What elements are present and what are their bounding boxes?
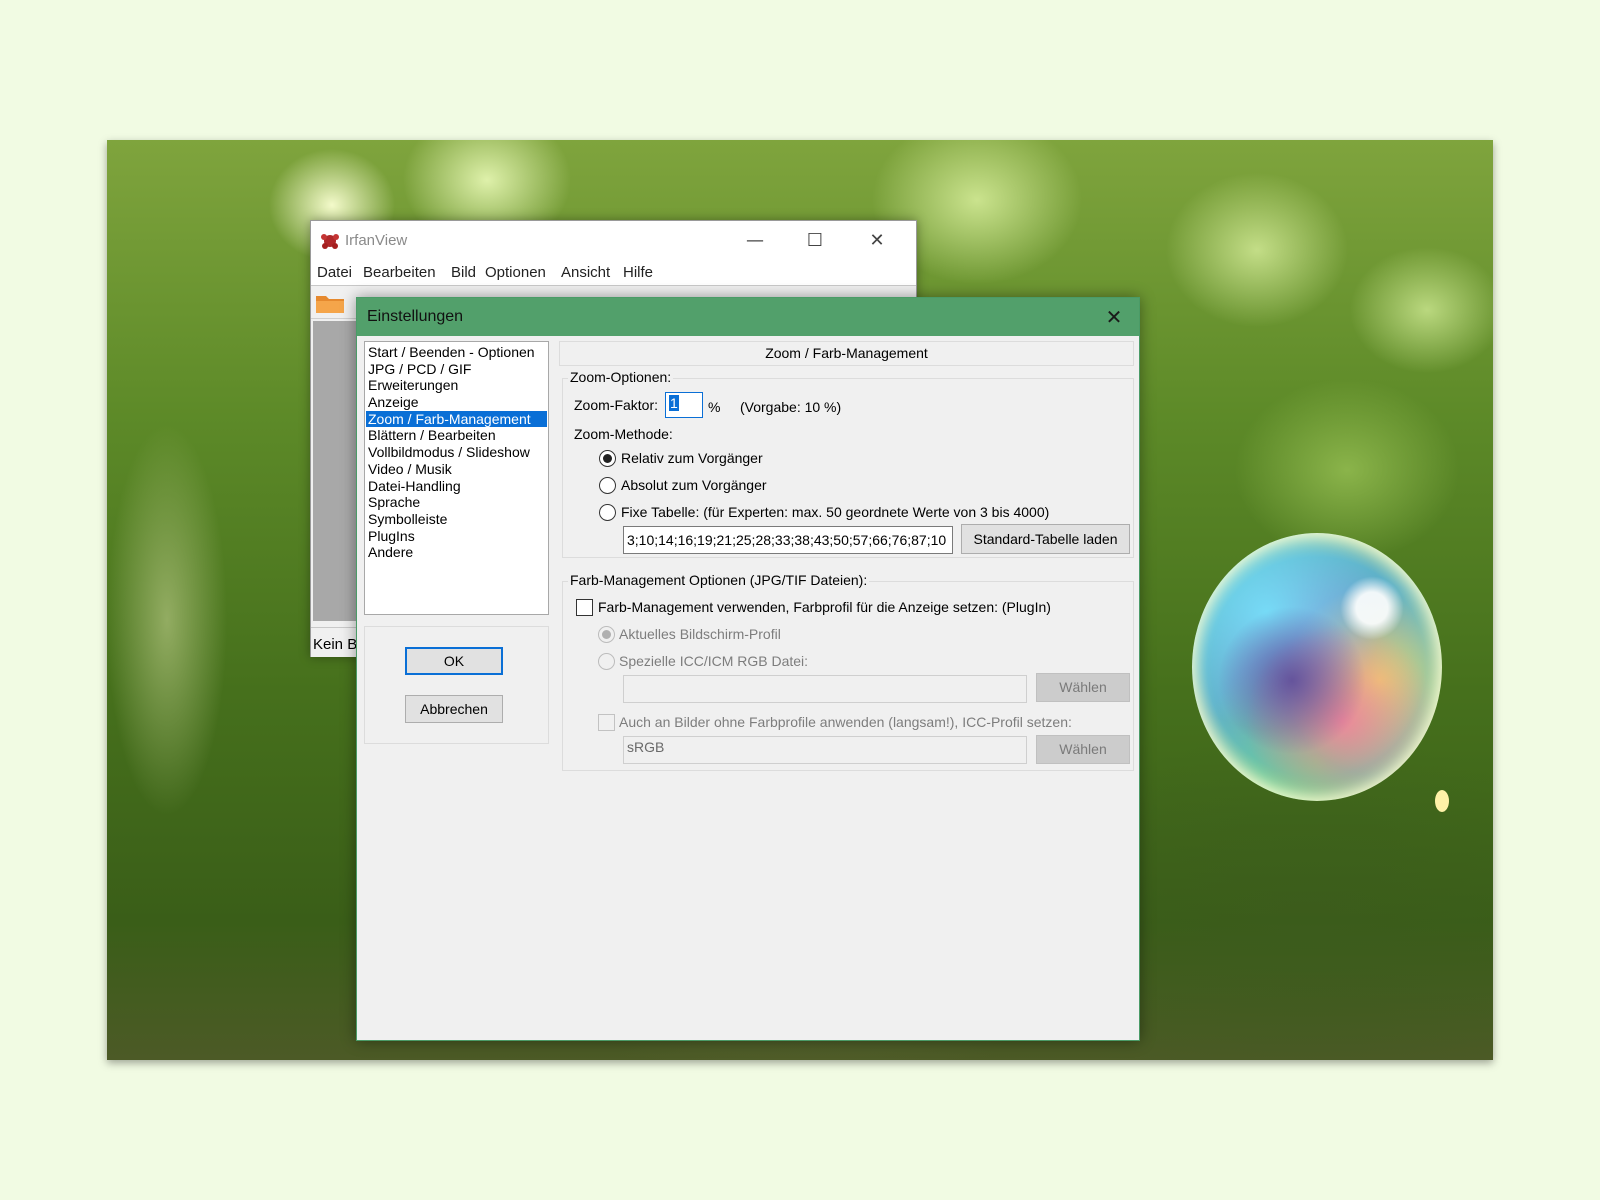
zoom-factor-input[interactable]: 1: [665, 392, 703, 418]
apply-all-checkbox[interactable]: [598, 714, 615, 731]
page-title: Zoom / Farb-Management: [559, 341, 1134, 366]
category-item[interactable]: Erweiterungen: [366, 377, 547, 394]
close-icon[interactable]: ✕: [857, 227, 897, 255]
radio-screen-profile[interactable]: [598, 626, 615, 643]
bubble-highlight: [1435, 790, 1449, 812]
settings-dialog: Einstellungen ✕ Start / Beenden - Option…: [356, 297, 1140, 1041]
menubar: Datei Bearbeiten Bild Optionen Ansicht H…: [311, 261, 916, 286]
percent-sign: %: [708, 399, 721, 415]
zoom-table-input[interactable]: 3;10;14;16;19;21;25;28;33;38;43;50;57;66…: [623, 526, 953, 554]
status-text: Kein B: [313, 636, 358, 653]
dialog-title: Einstellungen: [367, 308, 464, 325]
category-item[interactable]: Anzeige: [366, 394, 547, 411]
dialog-titlebar: Einstellungen ✕: [357, 298, 1139, 336]
open-folder-icon[interactable]: [315, 292, 345, 314]
irfanview-app-icon: [321, 234, 339, 249]
image-canvas: [313, 321, 358, 621]
ok-button[interactable]: OK: [405, 647, 503, 675]
color-management-label: Farb-Management Optionen (JPG/TIF Dateie…: [568, 572, 870, 588]
zoom-factor-value: 1: [669, 395, 679, 411]
category-item[interactable]: Sprache: [366, 494, 547, 511]
apply-all-checkbox-label[interactable]: Auch an Bilder ohne Farbprofile anwenden…: [619, 714, 1072, 730]
category-item[interactable]: Video / Musik: [366, 461, 547, 478]
dialog-button-panel: OK Abbrechen: [364, 626, 549, 744]
cancel-button[interactable]: Abbrechen: [405, 695, 503, 723]
menu-bild[interactable]: Bild: [451, 264, 476, 281]
zoom-default-hint: (Vorgabe: 10 %): [740, 399, 842, 415]
radio-fixed-table[interactable]: [599, 504, 616, 521]
radio-absolute[interactable]: [599, 477, 616, 494]
category-item[interactable]: Start / Beenden - Optionen: [366, 344, 547, 361]
radio-icc-file[interactable]: [598, 653, 615, 670]
category-list[interactable]: Start / Beenden - Optionen JPG / PCD / G…: [364, 341, 549, 615]
choose-profile-button[interactable]: Wählen: [1036, 735, 1130, 764]
status-bar: Kein B: [311, 627, 361, 657]
menu-datei[interactable]: Datei: [317, 264, 352, 281]
main-titlebar: IrfanView — ☐ ✕: [311, 221, 916, 261]
choose-icc-button[interactable]: Wählen: [1036, 673, 1130, 702]
menu-hilfe[interactable]: Hilfe: [623, 264, 653, 281]
profile-input[interactable]: sRGB: [623, 736, 1027, 764]
menu-optionen[interactable]: Optionen: [485, 264, 546, 281]
radio-screen-profile-label[interactable]: Aktuelles Bildschirm-Profil: [619, 626, 781, 642]
category-item[interactable]: Vollbildmodus / Slideshow: [366, 444, 547, 461]
category-item[interactable]: PlugIns: [366, 528, 547, 545]
radio-icc-file-label[interactable]: Spezielle ICC/ICM RGB Datei:: [619, 653, 808, 669]
category-item-selected[interactable]: Zoom / Farb-Management: [366, 410, 547, 428]
dialog-close-icon[interactable]: ✕: [1097, 302, 1131, 332]
minimize-icon[interactable]: —: [735, 227, 775, 255]
soap-bubble-image: [1192, 533, 1442, 801]
load-standard-table-button[interactable]: Standard-Tabelle laden: [961, 524, 1130, 554]
color-management-checkbox[interactable]: [576, 599, 593, 616]
category-item[interactable]: Symbolleiste: [366, 511, 547, 528]
radio-relative-label[interactable]: Relativ zum Vorgänger: [621, 450, 763, 466]
category-item[interactable]: Blättern / Bearbeiten: [366, 427, 547, 444]
radio-absolute-label[interactable]: Absolut zum Vorgänger: [621, 477, 767, 493]
category-item[interactable]: Datei-Handling: [366, 478, 547, 495]
radio-relative[interactable]: [599, 450, 616, 467]
category-item[interactable]: JPG / PCD / GIF: [366, 361, 547, 378]
zoom-options-label: Zoom-Optionen:: [568, 369, 674, 385]
zoom-factor-label: Zoom-Faktor:: [574, 397, 659, 413]
maximize-icon[interactable]: ☐: [795, 227, 835, 255]
menu-bearbeiten[interactable]: Bearbeiten: [363, 264, 436, 281]
menu-ansicht[interactable]: Ansicht: [561, 264, 610, 281]
radio-fixed-table-label[interactable]: Fixe Tabelle: (für Experten: max. 50 geo…: [621, 504, 1049, 520]
main-window-title: IrfanView: [345, 232, 408, 249]
zoom-method-label: Zoom-Methode:: [574, 426, 673, 442]
color-management-checkbox-label[interactable]: Farb-Management verwenden, Farbprofil fü…: [598, 599, 1051, 615]
category-item[interactable]: Andere: [366, 544, 547, 561]
icc-file-input[interactable]: [623, 675, 1027, 703]
